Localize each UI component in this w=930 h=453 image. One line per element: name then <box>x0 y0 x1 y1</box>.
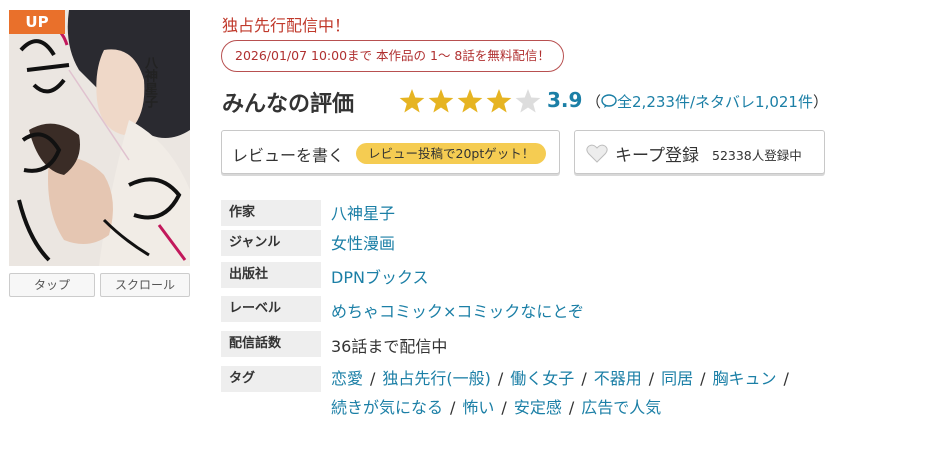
publisher-link[interactable]: DPNブックス <box>331 264 428 288</box>
tag-separator: / <box>581 369 587 388</box>
episodes-label: 配信話数 <box>221 331 321 357</box>
tag-link[interactable]: 広告で人気 <box>581 398 661 417</box>
tag-link[interactable]: 恋愛 <box>331 369 363 388</box>
tag-separator: / <box>783 369 789 388</box>
tags-label: タグ <box>221 366 321 392</box>
tag-separator: / <box>501 398 507 417</box>
keep-count: 52338人登録中 <box>712 148 802 163</box>
author-link[interactable]: 八神星子 <box>331 200 395 224</box>
close-paren: ） <box>812 93 828 111</box>
cover-author-text: 八神星子 <box>142 56 157 108</box>
tag-link[interactable]: 胸キュン <box>713 369 777 388</box>
write-review-button[interactable]: レビューを書く レビュー投稿で20ptゲット！ <box>221 130 560 174</box>
tag-link[interactable]: 同居 <box>661 369 693 388</box>
tag-separator: / <box>700 369 706 388</box>
review-count[interactable]: （全2,233件/ネタバレ1,021件） <box>586 91 828 112</box>
tag-link[interactable]: 怖い <box>462 398 494 417</box>
rating-title: みんなの評価 <box>222 92 355 117</box>
cover-image[interactable] <box>9 10 190 266</box>
star-rating <box>399 88 541 120</box>
write-review-label: レビューを書く <box>232 146 345 165</box>
label-label: レーベル <box>221 296 321 322</box>
all-review-count[interactable]: 全2,233件 <box>617 93 690 111</box>
open-paren: （ <box>586 93 602 111</box>
tag-link[interactable]: 働く女子 <box>510 369 574 388</box>
tag-link[interactable]: 続きが気になる <box>331 398 443 417</box>
tag-separator: / <box>450 398 456 417</box>
speech-bubble-icon <box>601 94 617 108</box>
star-filled-icon <box>486 89 512 113</box>
tag-separator: / <box>568 398 575 417</box>
tag-link[interactable]: 不器用 <box>594 369 642 388</box>
tap-button[interactable]: タップ <box>9 273 95 297</box>
episodes-value: 36話まで配信中 <box>331 337 448 356</box>
publisher-label: 出版社 <box>221 262 321 288</box>
rating-score: 3.9 <box>547 88 583 112</box>
keep-label: キープ登録 <box>615 146 699 166</box>
tag-separator: / <box>497 369 504 388</box>
genre-link[interactable]: 女性漫画 <box>331 230 395 254</box>
scroll-button[interactable]: スクロール <box>100 273 190 297</box>
star-filled-icon <box>457 89 483 113</box>
heart-icon <box>586 144 608 167</box>
up-badge: UP <box>9 10 65 34</box>
author-label: 作家 <box>221 200 321 226</box>
star-filled-icon <box>399 89 425 113</box>
exclusive-notice: 独占先行配信中！ <box>222 16 351 35</box>
star-filled-icon <box>428 89 454 113</box>
tag-link[interactable]: 独占先行(一般) <box>382 369 491 388</box>
genre-label: ジャンル <box>221 230 321 256</box>
spoiler-review-count[interactable]: ネタバレ1,021件 <box>695 93 813 111</box>
keep-button[interactable]: キープ登録 52338人登録中 <box>574 130 825 174</box>
free-episodes-notice: 2026/01/07 10:00まで 本作品の 1～ 8話を無料配信！ <box>221 40 564 72</box>
review-promo-badge: レビュー投稿で20ptゲット！ <box>356 143 547 164</box>
label-link[interactable]: めちゃコミック×コミックなにとぞ <box>331 298 584 322</box>
tag-link[interactable]: 安定感 <box>514 398 562 417</box>
star-empty-icon <box>515 89 541 113</box>
tag-list: 恋愛 / 独占先行(一般) / 働く女子 / 不器用 / 同居 / 胸キュン / 続きが気になる / 怖い /… <box>331 364 891 422</box>
tag-separator: / <box>370 369 376 388</box>
tag-separator: / <box>648 369 655 388</box>
